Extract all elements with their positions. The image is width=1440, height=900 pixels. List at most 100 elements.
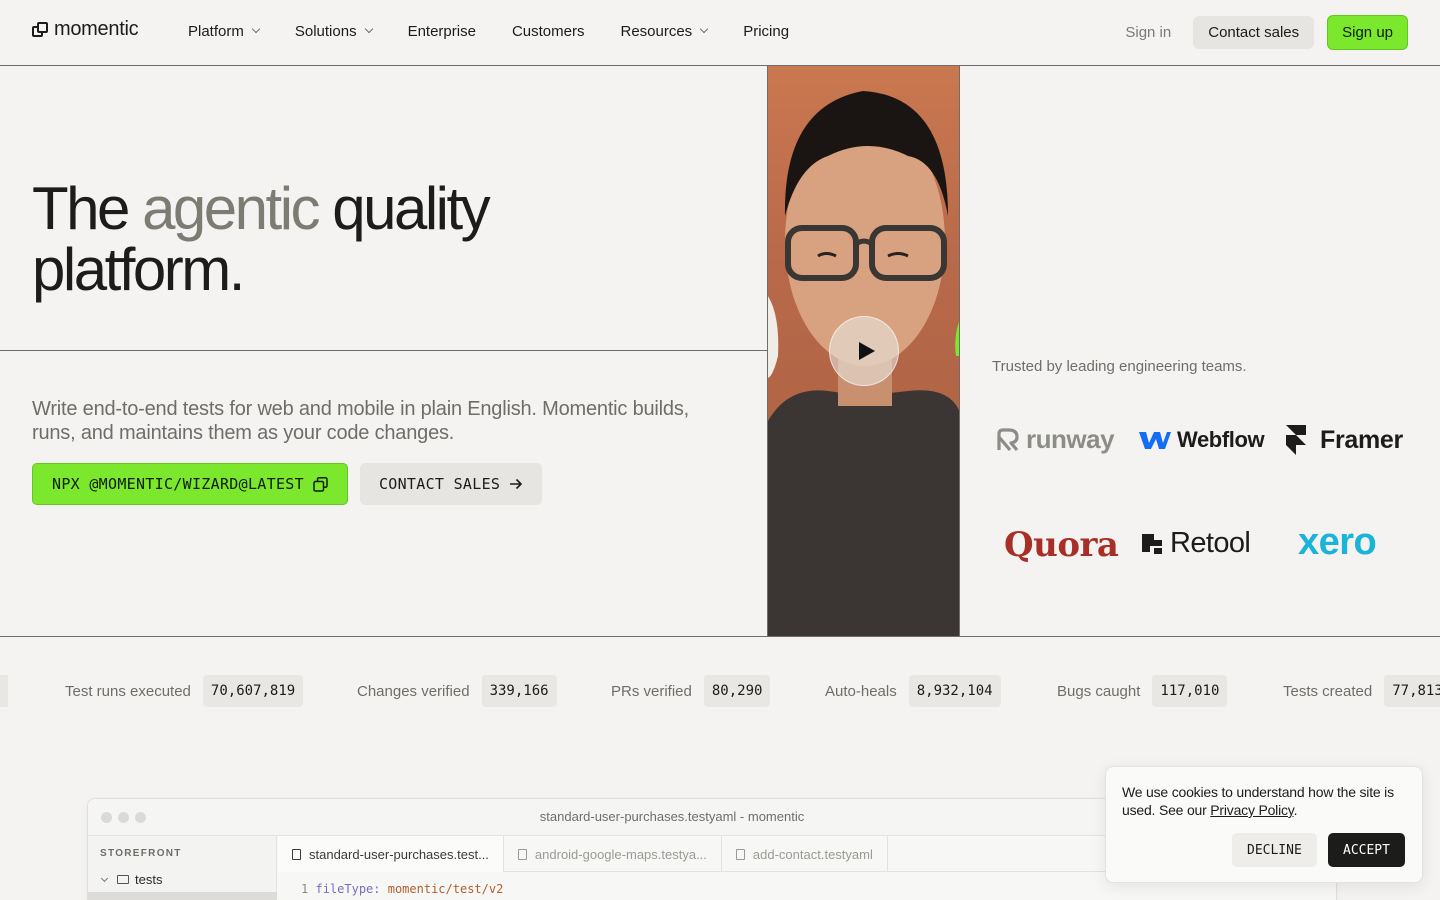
hero-title: The agentic quality platform. bbox=[32, 178, 732, 300]
stat-label: Changes verified bbox=[357, 682, 470, 700]
tab-standard-user-purchases[interactable]: standard-user-purchases.test... bbox=[278, 836, 504, 872]
framer-logo-icon bbox=[1286, 425, 1306, 455]
customer-video[interactable] bbox=[767, 66, 960, 636]
code-key: fileType: bbox=[315, 882, 381, 896]
xero-wordmark: xero bbox=[1298, 521, 1377, 563]
code-value: momentic/test/v2 bbox=[387, 882, 504, 896]
quora-wordmark: Quora bbox=[1004, 525, 1119, 565]
folder-icon bbox=[117, 875, 129, 884]
copy-icon bbox=[313, 476, 328, 492]
sidebar-folder-label: tests bbox=[135, 872, 163, 887]
hero-contact-sales-label: CONTACT SALES bbox=[378, 475, 501, 493]
nav-pricing-label: Pricing bbox=[743, 22, 790, 40]
stat-value: 8,932,104 bbox=[908, 675, 1001, 707]
stat-label: Bugs caught bbox=[1057, 682, 1141, 700]
hero-section: The agentic quality platform. Write end-… bbox=[0, 66, 767, 636]
runway-logo-icon bbox=[997, 427, 1019, 451]
tab-add-contact[interactable]: add-contact.testyaml bbox=[722, 836, 888, 872]
nav-pricing[interactable]: Pricing bbox=[743, 23, 789, 40]
chevron-down-icon bbox=[699, 24, 709, 34]
file-icon bbox=[292, 848, 301, 860]
sidebar-heading: STOREFRONT bbox=[100, 848, 182, 859]
stat-tests-created: Tests created 77,813 bbox=[1283, 675, 1440, 707]
hero-title-part2: quality bbox=[332, 175, 490, 242]
nav-actions: Sign in Contact sales Sign up bbox=[1125, 15, 1408, 50]
stat-value: 77,813 bbox=[1384, 675, 1440, 707]
main-nav-links: Platform Solutions Enterprise Customers … bbox=[188, 0, 825, 62]
hero-title-line2: platform. bbox=[32, 236, 245, 303]
momentic-logo[interactable]: momentic bbox=[32, 18, 139, 41]
hero-title-accent: agentic bbox=[142, 175, 320, 242]
cookie-message: We use cookies to understand how the sit… bbox=[1122, 783, 1412, 819]
xero-logo: xero bbox=[1298, 521, 1377, 564]
framer-wordmark: Framer bbox=[1320, 425, 1403, 454]
stat-value: 117,010 bbox=[1152, 675, 1228, 707]
sidebar-folder-tests[interactable]: tests bbox=[100, 872, 162, 887]
tab-label: standard-user-purchases.test... bbox=[309, 846, 489, 862]
stat-value: 70,607,819 bbox=[202, 675, 304, 707]
play-icon bbox=[858, 342, 875, 360]
stat-bugs-caught: Bugs caught 117,010 bbox=[1057, 675, 1228, 707]
stat-prs-verified: PRs verified 80,290 bbox=[611, 675, 771, 707]
sign-up-button[interactable]: Sign up bbox=[1327, 15, 1408, 50]
privacy-policy-link[interactable]: Privacy Policy bbox=[1210, 802, 1293, 818]
webflow-wordmark: Webflow bbox=[1177, 427, 1265, 452]
framer-logo: Framer bbox=[1284, 424, 1403, 456]
hero-divider bbox=[0, 350, 767, 351]
accept-cookies-button[interactable]: ACCEPT bbox=[1328, 833, 1405, 867]
hero-ctas: NPX @MOMENTIC/WIZARD@LATEST CONTACT SALE… bbox=[32, 463, 543, 505]
stat-label: Auto-heals bbox=[825, 682, 897, 700]
chevron-down-icon bbox=[364, 24, 373, 34]
stat-value: 80,290 bbox=[703, 675, 771, 707]
runway-wordmark: runway bbox=[1026, 424, 1115, 454]
hero-title-part1: The bbox=[32, 175, 130, 242]
webflow-logo: Webflow bbox=[1139, 427, 1265, 453]
nav-solutions-label: Solutions bbox=[294, 22, 357, 40]
nav-customers[interactable]: Customers bbox=[512, 23, 585, 40]
contact-sales-button[interactable]: Contact sales bbox=[1193, 16, 1315, 49]
hero-subtitle: Write end-to-end tests for web and mobil… bbox=[32, 398, 689, 444]
file-icon bbox=[735, 848, 745, 860]
sidebar-selected-row[interactable] bbox=[88, 892, 277, 900]
nav-solutions[interactable]: Solutions bbox=[294, 22, 373, 40]
stat-value-fragment bbox=[0, 675, 8, 707]
runway-logo: runway bbox=[996, 424, 1115, 455]
npx-install-button[interactable]: NPX @MOMENTIC/WIZARD@LATEST bbox=[32, 463, 348, 505]
line-number: 1 bbox=[301, 882, 309, 896]
npx-command-label: NPX @MOMENTIC/WIZARD@LATEST bbox=[52, 475, 304, 493]
retool-logo-icon bbox=[1142, 533, 1162, 554]
retool-wordmark: Retool bbox=[1170, 527, 1251, 559]
play-button[interactable] bbox=[829, 316, 899, 386]
editor-sidebar: STOREFRONT tests bbox=[88, 836, 277, 900]
chevron-down-icon bbox=[251, 24, 261, 34]
section-divider bbox=[0, 636, 1440, 637]
tab-android-google-maps[interactable]: android-google-maps.testya... bbox=[504, 836, 722, 872]
stat-auto-heals: Auto-heals 8,932,104 bbox=[825, 675, 1001, 707]
nav-resources-label: Resources bbox=[620, 22, 693, 40]
nav-enterprise[interactable]: Enterprise bbox=[408, 23, 476, 40]
trusted-heading: Trusted by leading engineering teams. bbox=[992, 358, 1247, 375]
decline-cookies-button[interactable]: DECLINE bbox=[1232, 833, 1317, 867]
stat-test-runs: Test runs executed 70,607,819 bbox=[65, 675, 304, 707]
chevron-down-icon bbox=[100, 874, 109, 882]
stat-label: Test runs executed bbox=[65, 682, 191, 700]
stat-changes-verified: Changes verified 339,166 bbox=[357, 675, 557, 707]
code-line: 1 fileType: momentic/test/v2 bbox=[301, 882, 503, 896]
momentic-logo-icon bbox=[32, 21, 48, 38]
stat-label: PRs verified bbox=[611, 682, 692, 700]
webflow-logo-icon bbox=[1139, 432, 1171, 449]
stats-ticker: Test runs executed 70,607,819 Changes ve… bbox=[0, 675, 1440, 709]
nav-enterprise-label: Enterprise bbox=[407, 22, 476, 40]
nav-platform[interactable]: Platform bbox=[188, 22, 261, 40]
nav-customers-label: Customers bbox=[511, 22, 585, 40]
top-nav: momentic Platform Solutions Enterprise C… bbox=[0, 0, 1440, 66]
sign-in-link[interactable]: Sign in bbox=[1125, 24, 1171, 41]
nav-platform-label: Platform bbox=[188, 22, 244, 40]
cookie-banner: We use cookies to understand how the sit… bbox=[1105, 766, 1423, 883]
stat-value: 339,166 bbox=[481, 675, 557, 707]
file-icon bbox=[517, 848, 527, 860]
nav-resources[interactable]: Resources bbox=[620, 22, 709, 40]
tab-label: android-google-maps.testya... bbox=[534, 846, 707, 862]
arrow-right-icon bbox=[510, 478, 523, 490]
hero-contact-sales-button[interactable]: CONTACT SALES bbox=[359, 463, 543, 505]
